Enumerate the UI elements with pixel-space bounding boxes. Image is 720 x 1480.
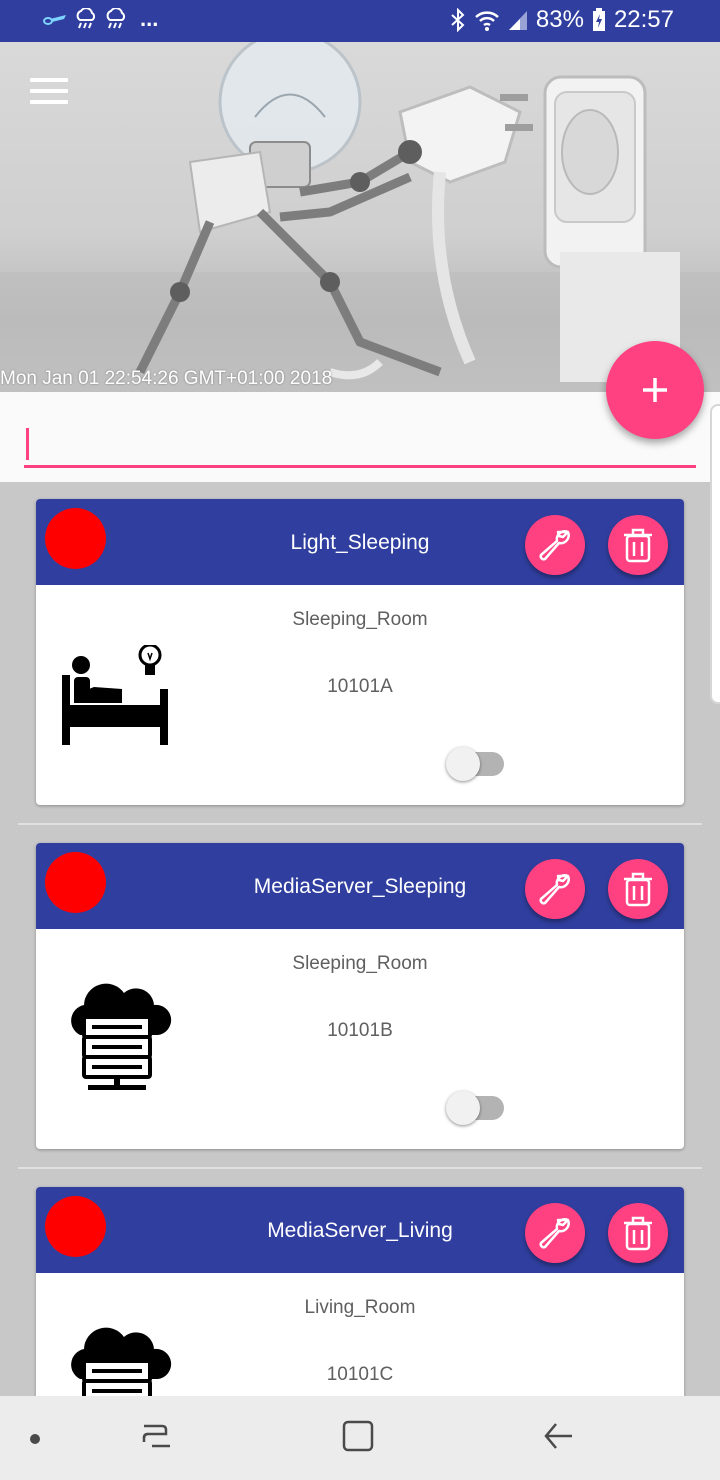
- device-power-toggle[interactable]: [446, 747, 506, 781]
- app-notification-icon: [42, 11, 68, 27]
- edit-device-button[interactable]: [525, 859, 585, 919]
- bluetooth-icon: [450, 8, 466, 32]
- last-update-timestamp: Mon Jan 01 22:54:26 GMT+01:00 2018: [0, 368, 333, 389]
- text-cursor: [26, 428, 29, 460]
- recent-apps-icon[interactable]: [140, 1418, 174, 1459]
- rain-cloud-icon: [74, 8, 98, 30]
- hamburger-menu-icon[interactable]: [30, 78, 68, 108]
- trash-icon: [624, 1216, 652, 1251]
- cloud-server-icon: [62, 1327, 172, 1396]
- device-card-header: MediaServer_Living: [36, 1187, 684, 1273]
- delete-device-button[interactable]: [608, 859, 668, 919]
- device-card[interactable]: MediaServer_Living Living_Room 10101C: [36, 1187, 684, 1396]
- device-card[interactable]: Light_Sleeping Sleeping_Room 10101A: [36, 499, 684, 805]
- edit-device-button[interactable]: [525, 1203, 585, 1263]
- cloud-server-icon: [62, 983, 172, 1095]
- edge-panel-handle[interactable]: [710, 404, 720, 704]
- signal-icon: [508, 9, 528, 31]
- status-bar: ... 83% 22:57: [0, 0, 720, 42]
- wrench-icon: [539, 874, 570, 905]
- header-image: Mon Jan 01 22:54:26 GMT+01:00 2018: [0, 42, 720, 392]
- dot-icon[interactable]: [28, 1432, 42, 1451]
- home-icon[interactable]: [340, 1418, 376, 1459]
- lightbulb-robot-plug-illustration: [0, 42, 720, 392]
- device-card[interactable]: MediaServer_Sleeping Sleeping_Room 10101…: [36, 843, 684, 1149]
- device-room: Living_Room: [304, 1297, 416, 1318]
- wifi-icon: [474, 9, 500, 31]
- device-name: MediaServer_Living: [267, 1219, 453, 1242]
- system-navigation-bar: [0, 1396, 720, 1480]
- add-device-button[interactable]: [606, 341, 704, 439]
- bed-light-icon: [62, 645, 168, 745]
- delete-device-button[interactable]: [608, 515, 668, 575]
- filter-input[interactable]: [24, 422, 696, 468]
- notification-overflow: ...: [140, 6, 159, 31]
- list-divider: [18, 823, 702, 825]
- device-card-header: Light_Sleeping: [36, 499, 684, 585]
- battery-percentage: 83%: [535, 6, 584, 33]
- device-list[interactable]: Light_Sleeping Sleeping_Room 10101A Medi…: [18, 482, 702, 1396]
- wrench-icon: [539, 1218, 570, 1249]
- clock: 22:57: [613, 6, 674, 33]
- wrench-icon: [539, 530, 570, 561]
- device-name: MediaServer_Sleeping: [253, 875, 467, 898]
- device-room: Sleeping_Room: [292, 609, 428, 630]
- rain-cloud-icon: [104, 8, 128, 30]
- plus-icon: [643, 378, 667, 402]
- device-room: Sleeping_Room: [292, 953, 428, 974]
- battery-charging-icon: [592, 8, 606, 32]
- trash-icon: [624, 528, 652, 563]
- edit-device-button[interactable]: [525, 515, 585, 575]
- device-power-toggle[interactable]: [446, 1091, 506, 1125]
- delete-device-button[interactable]: [608, 1203, 668, 1263]
- device-name: Light_Sleeping: [290, 531, 430, 554]
- trash-icon: [624, 872, 652, 907]
- list-divider: [18, 1167, 702, 1169]
- back-icon[interactable]: [540, 1418, 576, 1459]
- device-card-header: MediaServer_Sleeping: [36, 843, 684, 929]
